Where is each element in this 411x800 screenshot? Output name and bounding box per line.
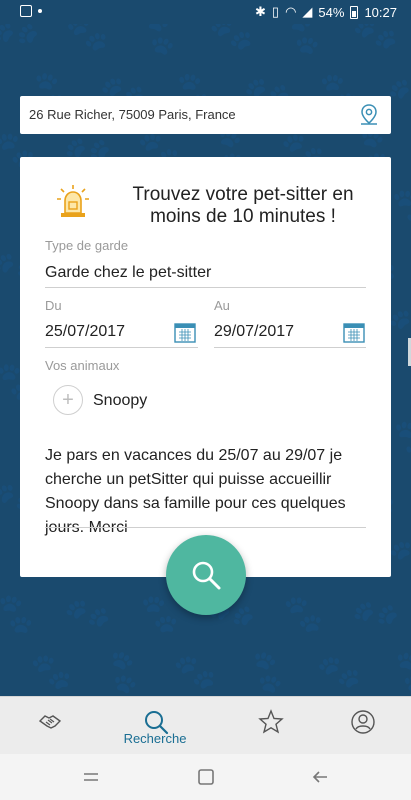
status-right-icons: ✱ ▯ ◠ ◢ 54% 10:27 xyxy=(255,4,397,20)
alarm-beacon-icon xyxy=(57,185,89,217)
battery-icon xyxy=(350,5,359,19)
paw-print-icon: 🐾 xyxy=(239,644,296,696)
paw-print-icon: 🐾 xyxy=(279,592,327,636)
add-animal-button[interactable]: + xyxy=(53,385,83,415)
message-underline xyxy=(45,527,366,528)
paw-print-icon: 🐾 xyxy=(130,24,188,62)
search-card: Trouvez votre pet-sitter en moins de 10 … xyxy=(20,157,391,577)
profile-icon xyxy=(351,710,375,734)
from-date-underline xyxy=(45,347,198,348)
clock: 10:27 xyxy=(364,4,397,20)
nav-item-favorites[interactable] xyxy=(220,697,320,755)
recent-apps-icon[interactable] xyxy=(82,768,100,786)
from-date-label: Du xyxy=(45,298,62,313)
paw-print-icon: 🐾 xyxy=(29,652,73,692)
gallery-notification-icon xyxy=(20,5,32,17)
paw-print-icon: 🐾 xyxy=(0,588,42,640)
signal-icon: ◢ xyxy=(302,4,313,19)
paw-print-icon: 🐾 xyxy=(346,586,404,642)
animals-label: Vos animaux xyxy=(45,358,120,373)
paw-print-icon: 🐾 xyxy=(65,24,110,55)
calendar-icon[interactable] xyxy=(343,321,365,343)
headline: Trouvez votre pet-sitter en moins de 10 … xyxy=(132,184,354,227)
to-date-label: Au xyxy=(214,298,230,313)
animal-name[interactable]: Snoopy xyxy=(93,392,147,410)
paw-print-icon: 🐾 xyxy=(383,645,411,696)
location-pin-icon[interactable] xyxy=(357,103,381,127)
paw-print-icon: 🐾 xyxy=(0,24,44,63)
status-left-icons xyxy=(20,5,42,17)
paw-print-icon: 🐾 xyxy=(60,588,115,640)
care-type-underline xyxy=(45,287,366,288)
from-date-field[interactable]: 25/07/2017 xyxy=(45,323,125,341)
paw-print-icon: 🐾 xyxy=(349,24,401,58)
search-fab-button[interactable] xyxy=(166,535,246,615)
care-type-select[interactable]: Garde chez le pet-sitter xyxy=(45,264,211,282)
vibrate-icon: ▯ xyxy=(271,4,280,19)
address-input[interactable]: 26 Rue Richer, 75009 Paris, France xyxy=(29,107,236,122)
paw-print-icon: 🐾 xyxy=(207,24,256,57)
address-bar[interactable]: 26 Rue Richer, 75009 Paris, France xyxy=(20,96,391,134)
nav-item-handshake[interactable] xyxy=(0,697,100,755)
status-bar: ✱ ▯ ◠ ◢ 54% 10:27 xyxy=(0,0,411,24)
nav-label-recherche: Recherche xyxy=(123,731,187,746)
star-icon xyxy=(258,709,284,734)
handshake-icon xyxy=(38,715,62,729)
paw-print-icon: 🐾 xyxy=(94,643,152,696)
wifi-icon: ◠ xyxy=(285,4,297,19)
battery-percent: 54% xyxy=(318,4,345,20)
nav-item-profile[interactable] xyxy=(312,697,411,755)
calendar-icon[interactable] xyxy=(174,321,196,343)
nav-item-recherche[interactable]: Recherche xyxy=(105,697,205,755)
to-date-field[interactable]: 29/07/2017 xyxy=(214,323,294,341)
bottom-nav: Recherche xyxy=(0,696,411,754)
message-textarea[interactable]: Je pars en vacances du 25/07 au 29/07 je… xyxy=(45,444,370,540)
paw-print-icon: 🐾 xyxy=(275,24,331,61)
notification-dot-icon xyxy=(38,9,42,13)
home-icon[interactable] xyxy=(197,768,215,786)
bluetooth-icon: ✱ xyxy=(255,4,266,19)
paw-print-icon: 🐾 xyxy=(172,651,218,693)
back-icon[interactable] xyxy=(311,768,329,786)
system-nav-bar xyxy=(0,754,411,800)
search-icon xyxy=(192,561,221,590)
to-date-underline xyxy=(214,347,366,348)
care-type-label: Type de garde xyxy=(45,238,129,253)
paw-print-icon: 🐾 xyxy=(315,649,364,695)
